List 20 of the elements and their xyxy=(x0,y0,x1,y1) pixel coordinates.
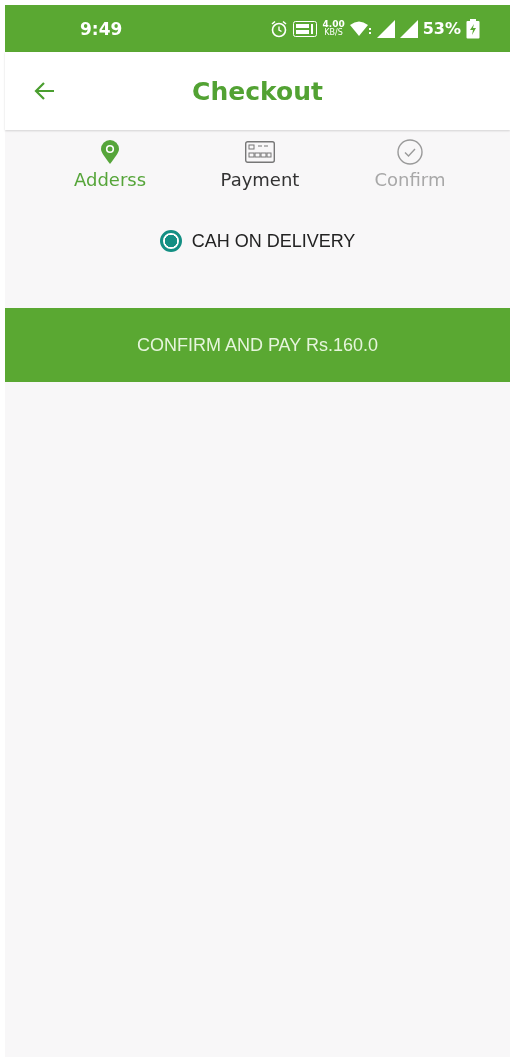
option-label: CAH ON DELIVERY xyxy=(191,230,356,252)
wifi-icon xyxy=(349,20,372,37)
location-pin-icon xyxy=(100,139,120,164)
wifi-calling-icon xyxy=(293,20,318,37)
alarm-clock-icon xyxy=(270,19,289,38)
step-label[interactable]: Confirm xyxy=(374,168,446,190)
battery-percent: 53% xyxy=(422,19,461,38)
step-label[interactable]: Adderss xyxy=(73,168,147,190)
confirm-pay-button[interactable]: CONFIRM AND PAY Rs.160.0 xyxy=(5,308,510,382)
clock-time: 9:49 xyxy=(80,18,123,39)
signal-icon xyxy=(376,19,395,38)
battery-charging-icon xyxy=(466,18,480,39)
check-circle-icon xyxy=(397,138,423,165)
radio-button[interactable] xyxy=(159,230,182,252)
page-title: Checkout xyxy=(192,76,323,106)
step-label[interactable]: Payment xyxy=(220,168,300,190)
speed-unit: KB/S xyxy=(324,29,343,37)
card-icon xyxy=(245,140,275,163)
signal-icon xyxy=(399,19,418,38)
speed-value: 4.00 xyxy=(322,20,345,29)
